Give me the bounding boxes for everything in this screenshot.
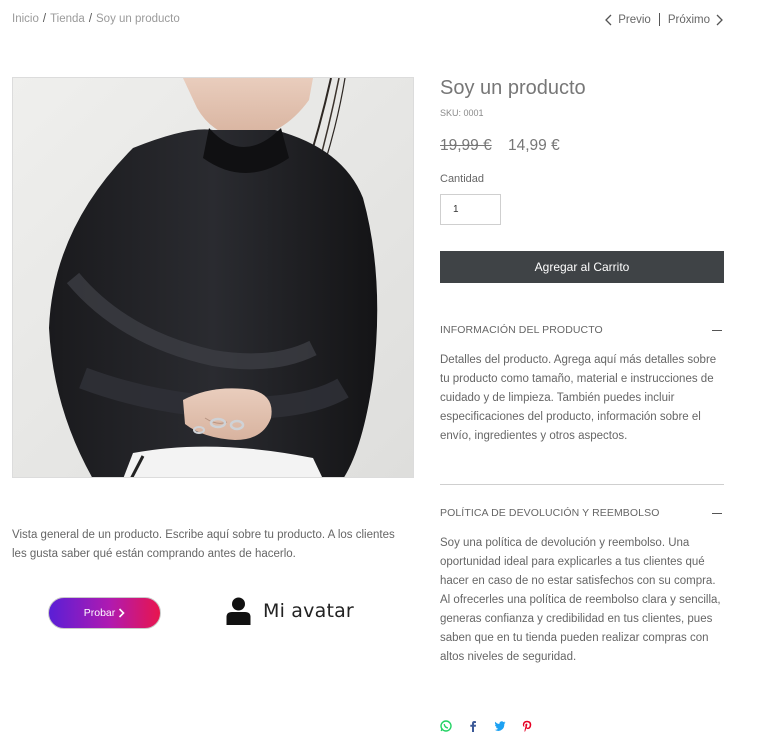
share-bar bbox=[440, 720, 533, 732]
product-photo bbox=[13, 78, 413, 477]
next-link[interactable]: Próximo bbox=[668, 14, 724, 26]
twitter-icon[interactable] bbox=[494, 720, 506, 732]
price-sale: 14,99 € bbox=[508, 137, 560, 154]
section-divider bbox=[440, 484, 724, 485]
product-sku: SKU: 0001 bbox=[440, 108, 484, 118]
product-info-toggle[interactable]: INFORMACIÓN DEL PRODUCTO bbox=[440, 324, 724, 336]
breadcrumb-separator: / bbox=[42, 13, 47, 25]
user-icon bbox=[226, 597, 251, 625]
breadcrumb-home[interactable]: Inicio bbox=[12, 13, 39, 25]
product-pager: Previo Próximo bbox=[604, 13, 724, 26]
minus-icon bbox=[712, 512, 722, 514]
product-description: Vista general de un producto. Escribe aq… bbox=[12, 529, 395, 560]
breadcrumb-shop[interactable]: Tienda bbox=[50, 13, 85, 25]
refund-policy-title: POLÍTICA DE DEVOLUCIÓN Y REEMBOLSO bbox=[440, 507, 660, 519]
product-info-title: INFORMACIÓN DEL PRODUCTO bbox=[440, 324, 603, 336]
next-label: Próximo bbox=[667, 13, 710, 26]
chevron-right-icon bbox=[119, 608, 125, 618]
avatar-widget[interactable]: Mi avatar bbox=[226, 597, 354, 625]
quantity-label: Cantidad bbox=[440, 173, 485, 185]
avatar-label: Mi avatar bbox=[263, 600, 354, 622]
minus-icon bbox=[712, 329, 722, 331]
refund-policy-toggle[interactable]: POLÍTICA DE DEVOLUCIÓN Y REEMBOLSO bbox=[440, 507, 724, 519]
chevron-right-icon bbox=[716, 14, 723, 25]
chevron-left-icon bbox=[605, 14, 612, 25]
quantity-input[interactable] bbox=[440, 194, 501, 225]
product-info-body: Detalles del producto. Agrega aquí más d… bbox=[440, 354, 717, 442]
prev-label: Previo bbox=[618, 13, 651, 26]
pager-divider bbox=[658, 13, 660, 26]
try-button-label: Probar bbox=[83, 607, 116, 619]
whatsapp-icon[interactable] bbox=[440, 720, 452, 732]
price-original: 19,99 € bbox=[440, 137, 492, 154]
pinterest-icon[interactable] bbox=[521, 720, 533, 732]
try-button[interactable]: Probar bbox=[48, 597, 161, 629]
breadcrumb: Inicio / Tienda / Soy un producto bbox=[12, 13, 180, 25]
add-to-cart-label: Agregar al Carrito bbox=[534, 260, 630, 274]
breadcrumb-current: Soy un producto bbox=[96, 13, 180, 25]
product-image[interactable] bbox=[12, 77, 414, 478]
refund-policy-body: Soy una política de devolución y reembol… bbox=[440, 537, 721, 663]
prev-link[interactable]: Previo bbox=[604, 14, 651, 26]
facebook-icon[interactable] bbox=[467, 720, 479, 732]
breadcrumb-separator: / bbox=[88, 13, 93, 25]
add-to-cart-button[interactable]: Agregar al Carrito bbox=[440, 251, 724, 283]
product-title: Soy un producto bbox=[440, 77, 586, 99]
